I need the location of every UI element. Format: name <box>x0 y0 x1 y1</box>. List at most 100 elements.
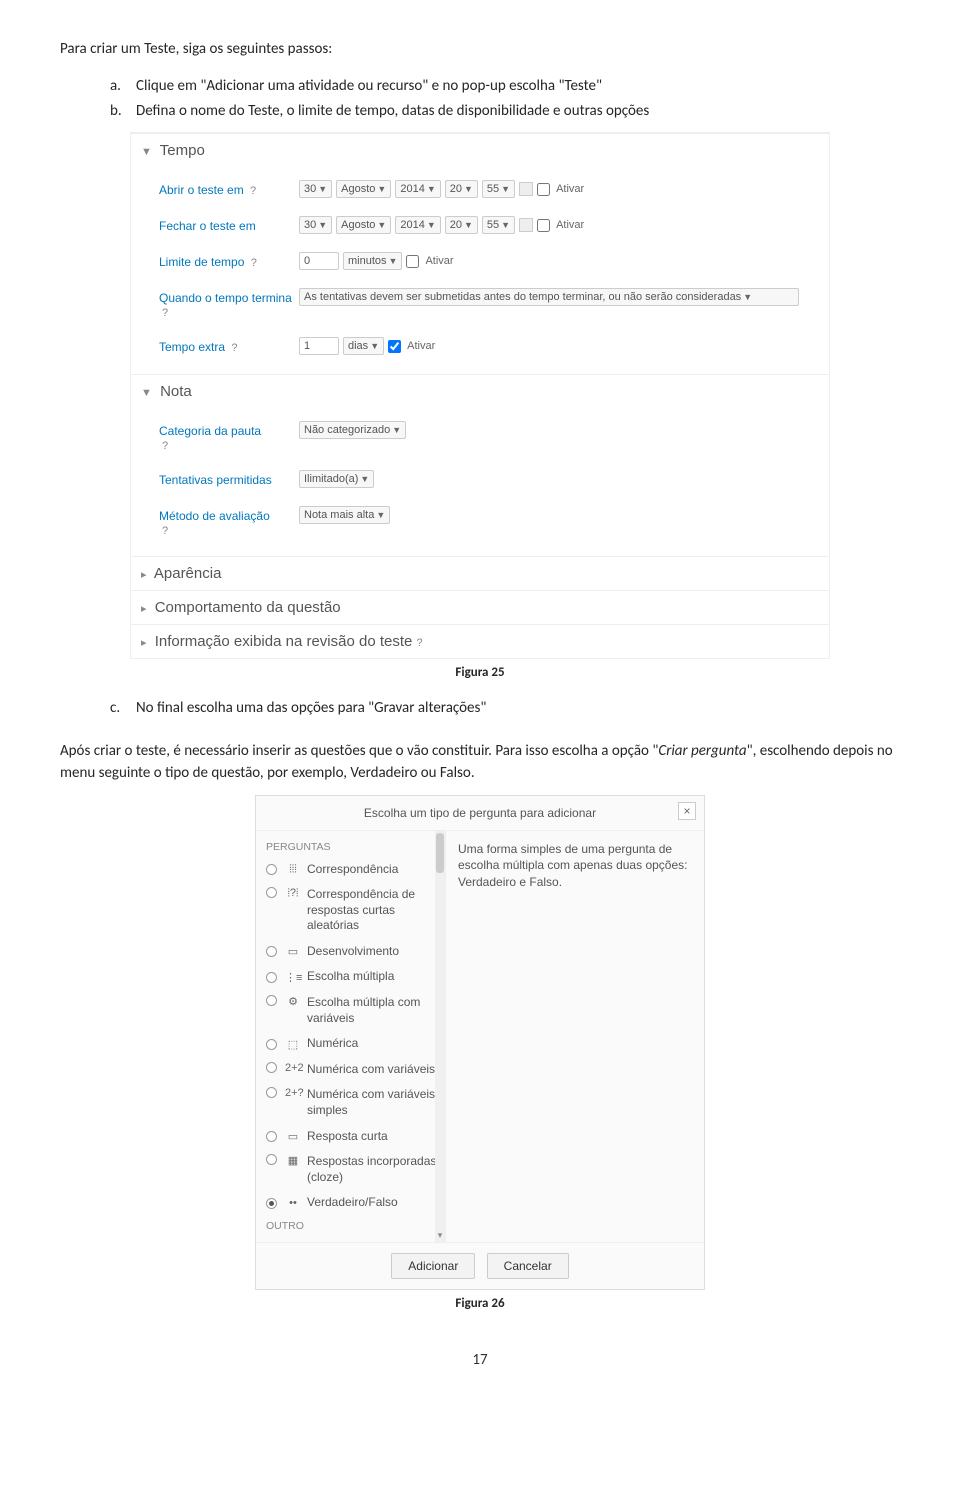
select-month[interactable]: Agosto▼ <box>336 180 391 198</box>
help-icon[interactable]: ? <box>417 637 423 649</box>
question-type-item[interactable]: ⚙ Escolha múltipla com variáveis <box>264 990 445 1031</box>
select-minutos[interactable]: minutos▼ <box>343 252 402 270</box>
help-icon[interactable]: ? <box>231 342 237 354</box>
radio-icon[interactable] <box>266 1087 277 1098</box>
question-type-item[interactable]: 2+? Numérica com variáveis simples <box>264 1082 445 1123</box>
select-categoria[interactable]: Não categorizado▼ <box>299 421 406 439</box>
step-b-text: Defina o nome do Teste, o limite de temp… <box>136 101 900 122</box>
question-icon: ▭ <box>285 945 301 958</box>
input-limite[interactable]: 0 <box>299 252 339 270</box>
modal-title: Escolha um tipo de pergunta para adicion… <box>364 806 596 820</box>
step-b-letter: b. <box>110 101 136 122</box>
select-dias[interactable]: dias▼ <box>343 337 384 355</box>
select-month[interactable]: Agosto▼ <box>336 216 391 234</box>
checkbox-ativar-limite[interactable] <box>406 255 419 268</box>
help-icon[interactable]: ? <box>250 185 256 197</box>
label-fechar-teste: Fechar o teste em <box>159 216 299 233</box>
chevron-right-icon: ▸ <box>141 603 147 615</box>
question-type-item[interactable]: ▭ Resposta curta <box>264 1124 445 1150</box>
screenshot-modal-tipo-pergunta: Escolha um tipo de pergunta para adicion… <box>255 795 705 1291</box>
question-label: Escolha múltipla com variáveis <box>307 995 445 1026</box>
section-comportamento-label: Comportamento da questão <box>155 599 341 616</box>
question-type-item-selected[interactable]: •• Verdadeiro/Falso <box>264 1190 445 1216</box>
question-label: Numérica com variáveis simples <box>307 1087 445 1118</box>
section-nota[interactable]: ▼ Nota <box>131 374 829 408</box>
section-tempo-label: Tempo <box>160 142 205 159</box>
step-c-text: No final escolha uma das opções para "Gr… <box>136 698 900 719</box>
calendar-icon[interactable] <box>519 218 533 232</box>
question-type-item[interactable]: ⦙?⦙ Correspondência de respostas curtas … <box>264 882 445 939</box>
section-nota-label: Nota <box>160 383 192 400</box>
ativar-label: Ativar <box>407 340 435 352</box>
calendar-icon[interactable] <box>519 182 533 196</box>
question-type-item[interactable]: ⬚ Numérica <box>264 1031 445 1057</box>
section-aparencia[interactable]: ▸ Aparência <box>131 556 829 590</box>
select-minute[interactable]: 55▼ <box>482 216 515 234</box>
question-icon: ▦ <box>285 1154 301 1167</box>
question-label: Escolha múltipla <box>307 969 445 985</box>
select-minute[interactable]: 55▼ <box>482 180 515 198</box>
help-icon[interactable]: ? <box>162 307 168 319</box>
step-a-text: Clique em "Adicionar uma atividade ou re… <box>136 76 900 97</box>
scroll-down-icon[interactable]: ▾ <box>435 1230 445 1242</box>
scrollbar-track[interactable]: ▾ <box>435 831 445 1243</box>
scrollbar-thumb[interactable] <box>436 833 444 873</box>
select-quando-termina[interactable]: As tentativas devem ser submetidas antes… <box>299 288 799 306</box>
select-hour[interactable]: 20▼ <box>445 216 478 234</box>
section-informacao[interactable]: ▸ Informação exibida na revisão do teste… <box>131 624 829 658</box>
help-icon[interactable]: ? <box>162 525 168 537</box>
select-day[interactable]: 30▼ <box>299 180 332 198</box>
chevron-right-icon: ▸ <box>141 569 147 581</box>
section-comportamento[interactable]: ▸ Comportamento da questão <box>131 590 829 624</box>
help-icon[interactable]: ? <box>251 257 257 269</box>
figure-26-caption: Figura 26 <box>60 1296 900 1311</box>
select-tentativas[interactable]: Ilimitado(a)▼ <box>299 470 374 488</box>
section-tempo[interactable]: ▼ Tempo <box>131 133 829 167</box>
radio-icon[interactable] <box>266 1062 277 1073</box>
help-icon[interactable]: ? <box>162 440 168 452</box>
question-type-item[interactable]: ⦙⦙⦙ Correspondência <box>264 857 445 883</box>
page-number: 17 <box>60 1351 900 1369</box>
checkbox-ativar-fechar[interactable] <box>537 219 550 232</box>
select-metodo[interactable]: Nota mais alta▼ <box>299 506 390 524</box>
question-icon: ⦙⦙⦙ <box>285 863 301 876</box>
checkbox-ativar-abrir[interactable] <box>537 183 550 196</box>
radio-icon[interactable] <box>266 1131 277 1142</box>
radio-icon[interactable] <box>266 1154 277 1165</box>
label-abrir-teste: Abrir o teste em ? <box>159 180 299 197</box>
close-button[interactable]: × <box>678 802 696 820</box>
question-type-item[interactable]: ▭ Desenvolvimento <box>264 939 445 965</box>
question-type-item[interactable]: ⋮≡ Escolha múltipla <box>264 964 445 990</box>
select-hour[interactable]: 20▼ <box>445 180 478 198</box>
question-icon: ▭ <box>285 1130 301 1143</box>
question-icon: 2+2 <box>285 1062 301 1074</box>
question-label: Desenvolvimento <box>307 944 445 960</box>
radio-icon[interactable] <box>266 995 277 1006</box>
intro-text: Para criar um Teste, siga os seguintes p… <box>60 40 900 58</box>
question-icon: •• <box>285 1197 301 1209</box>
checkbox-ativar-extra[interactable] <box>388 340 401 353</box>
label-tentativas: Tentativas permitidas <box>159 470 299 487</box>
question-type-item[interactable]: 2+2 Numérica com variáveis <box>264 1057 445 1083</box>
adicionar-button[interactable]: Adicionar <box>391 1253 475 1279</box>
cancelar-button[interactable]: Cancelar <box>487 1253 569 1279</box>
label-tempo-extra: Tempo extra ? <box>159 337 299 354</box>
radio-icon[interactable] <box>266 972 277 983</box>
question-label: Resposta curta <box>307 1129 445 1145</box>
select-year[interactable]: 2014▼ <box>395 216 440 234</box>
chevron-right-icon: ▸ <box>141 637 147 649</box>
input-tempo-extra[interactable]: 1 <box>299 337 339 355</box>
question-icon: ⬚ <box>285 1038 301 1051</box>
radio-icon[interactable] <box>266 946 277 957</box>
select-day[interactable]: 30▼ <box>299 216 332 234</box>
radio-icon[interactable] <box>266 887 277 898</box>
radio-icon[interactable] <box>266 864 277 875</box>
question-icon: ⦙?⦙ <box>285 887 301 900</box>
question-type-item[interactable]: ▦ Respostas incorporadas (cloze) <box>264 1149 445 1190</box>
radio-icon-checked[interactable] <box>266 1198 277 1209</box>
chevron-down-icon: ▼ <box>141 146 152 158</box>
question-icon: ⚙ <box>285 995 301 1008</box>
select-year[interactable]: 2014▼ <box>395 180 440 198</box>
section-aparencia-label: Aparência <box>154 565 222 582</box>
radio-icon[interactable] <box>266 1039 277 1050</box>
